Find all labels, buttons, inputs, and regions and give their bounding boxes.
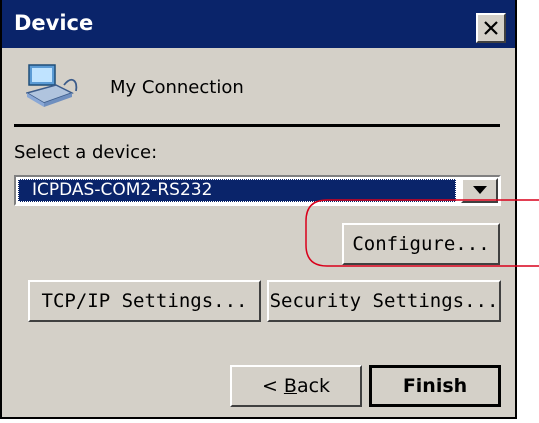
back-button-rest: ack (296, 375, 331, 397)
back-button[interactable]: < Back (230, 365, 362, 407)
dropdown-arrow-icon (472, 186, 487, 194)
back-button-mnemonic: B (283, 375, 297, 397)
finish-button[interactable]: Finish (369, 365, 501, 407)
device-dialog: Device My Connection Select a device: IC… (0, 0, 517, 419)
close-button[interactable] (476, 13, 506, 43)
tcpip-settings-button[interactable]: TCP/IP Settings... (28, 280, 261, 322)
separator (14, 124, 500, 127)
connection-name: My Connection (110, 77, 244, 98)
network-connection-icon (26, 64, 78, 107)
select-device-label: Select a device: (14, 142, 158, 163)
device-combobox-value[interactable]: ICPDAS-COM2-RS232 (18, 179, 456, 202)
title-bar: Device (2, 0, 515, 48)
security-settings-button[interactable]: Security Settings... (267, 280, 501, 322)
back-button-prefix: < (261, 375, 284, 397)
device-combobox[interactable]: ICPDAS-COM2-RS232 (14, 175, 501, 206)
window-title: Device (14, 11, 94, 35)
configure-button[interactable]: Configure... (342, 223, 500, 265)
close-icon (484, 21, 498, 35)
dropdown-button[interactable] (461, 178, 498, 203)
